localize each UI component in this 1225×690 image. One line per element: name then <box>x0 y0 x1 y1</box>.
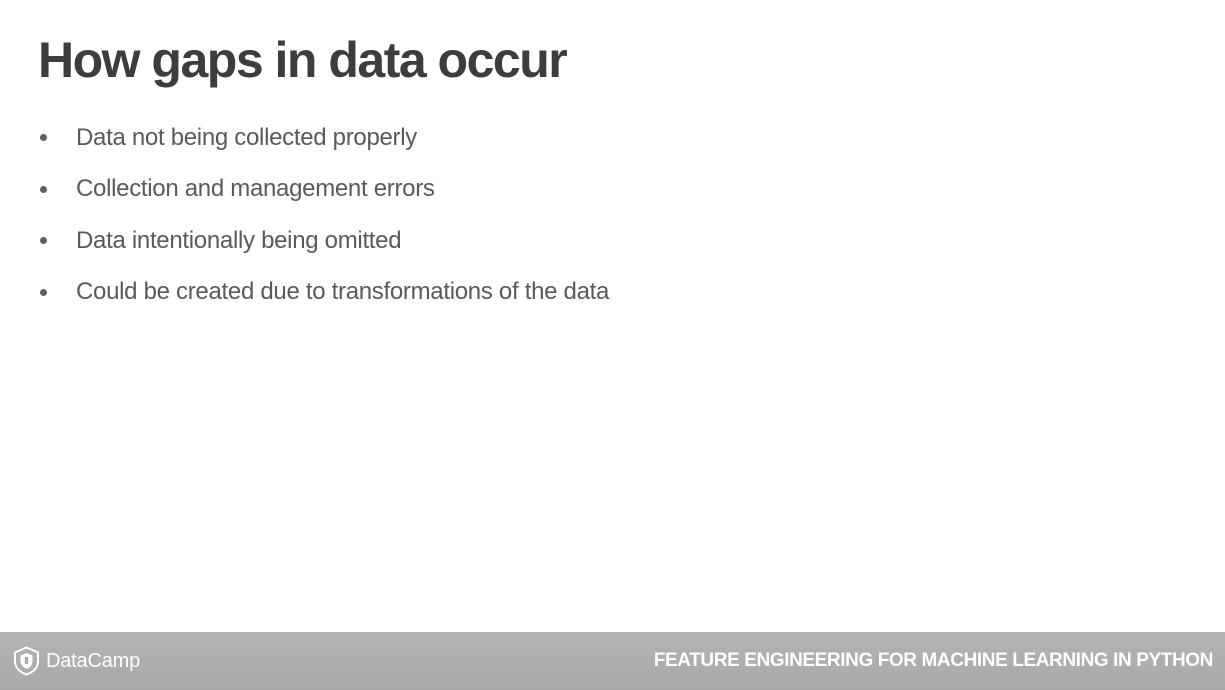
bullet-text: Data intentionally being omitted <box>76 226 402 254</box>
course-title: FEATURE ENGINEERING FOR MACHINE LEARNING… <box>653 650 1214 671</box>
slide-content: How gaps in data occur Data not being co… <box>0 0 1225 632</box>
bullet-dot-icon <box>40 134 47 142</box>
bullet-item: Could be created due to transformations … <box>38 267 609 319</box>
bullet-dot-icon <box>40 288 47 296</box>
bullet-item: Collection and management errors <box>38 164 609 216</box>
bullet-item: Data not being collected properly <box>38 112 609 164</box>
slide-footer: DataCamp FEATURE ENGINEERING FOR MACHINE… <box>0 632 1225 690</box>
bullet-item: Data intentionally being omitted <box>38 215 609 267</box>
bullet-text: Could be created due to transformations … <box>76 278 610 306</box>
bullet-list: Data not being collected properly Collec… <box>38 112 609 318</box>
bullet-dot-icon <box>40 185 47 193</box>
logo-text: DataCamp <box>46 649 140 672</box>
bullet-dot-icon <box>40 237 47 245</box>
datacamp-logo-icon <box>14 646 39 676</box>
datacamp-logo: DataCamp <box>13 646 140 676</box>
bullet-text: Data not being collected properly <box>76 123 417 151</box>
slide-title: How gaps in data occur <box>38 32 568 88</box>
bullet-text: Collection and management errors <box>76 175 435 203</box>
